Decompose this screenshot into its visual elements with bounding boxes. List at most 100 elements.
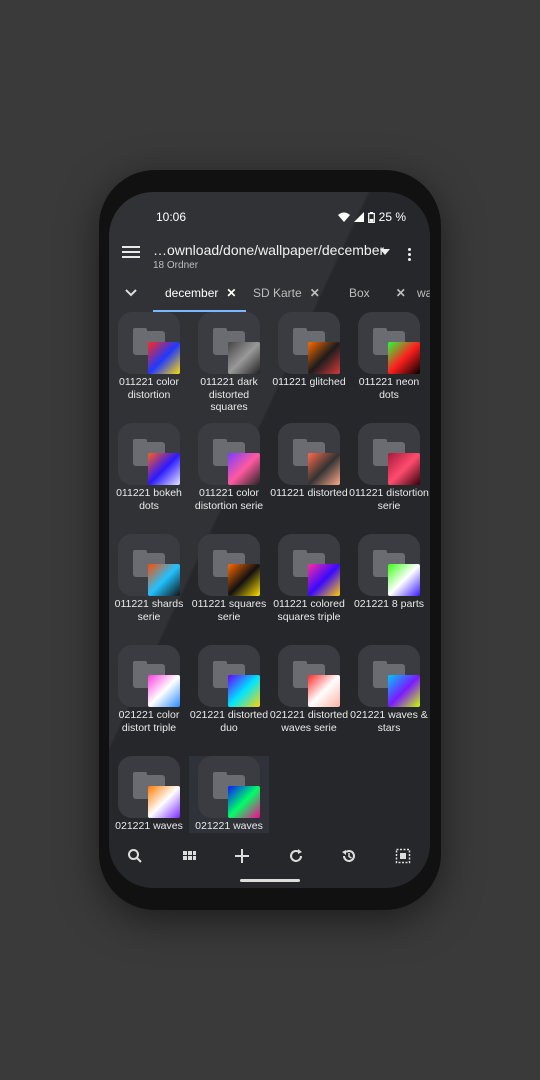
battery-level: 25 % (378, 210, 406, 224)
folder-thumbnail (228, 453, 260, 485)
folder-thumbnail (388, 342, 420, 374)
tab-sd-karte[interactable]: SD Karte ✕ (253, 286, 320, 308)
folder-name: 021221 distorted duo (189, 709, 269, 734)
folder-name: 011221 colored squares triple (273, 598, 345, 623)
folder-icon (278, 534, 340, 596)
folder-thumbnail (228, 786, 260, 818)
tab-label: Box (349, 286, 370, 300)
folder-icon (278, 312, 340, 374)
folder-icon (358, 534, 420, 596)
folder-icon (198, 423, 260, 485)
wifi-icon (337, 212, 350, 222)
folder-icon (358, 423, 420, 485)
folder-item[interactable]: 011221 distorted (269, 423, 349, 500)
folder-item[interactable]: 011221 bokeh dots (109, 423, 189, 512)
battery-icon (367, 211, 375, 223)
folder-grid: 011221 color distortion 011221 dark disto… (109, 310, 430, 840)
folder-item[interactable]: 021221 distorted waves serie (269, 645, 349, 734)
folder-item[interactable]: 011221 colored squares triple (269, 534, 349, 623)
menu-icon[interactable] (122, 246, 140, 260)
history-icon[interactable] (339, 848, 359, 868)
folder-item[interactable]: 021221 distorted duo (189, 645, 269, 734)
folder-item[interactable]: 011221 color distortion (109, 312, 189, 401)
folder-icon (278, 645, 340, 707)
current-path[interactable]: …ownload/done/wallpaper/december (153, 242, 384, 258)
folder-thumbnail (148, 453, 180, 485)
folder-thumbnail (228, 564, 260, 596)
folder-name: 021221 waves (195, 820, 263, 832)
add-icon[interactable] (232, 848, 252, 868)
folder-name: 011221 distorted (270, 487, 348, 499)
folder-icon (118, 423, 180, 485)
folder-icon (198, 645, 260, 707)
folder-icon (118, 756, 180, 818)
folder-name: 011221 bokeh dots (116, 487, 182, 512)
folder-thumbnail (148, 675, 180, 707)
close-tab-icon[interactable]: ✕ (226, 286, 236, 300)
folder-name: 011221 squares serie (191, 598, 267, 623)
tab-december[interactable]: december ✕ (152, 286, 247, 312)
folder-item[interactable]: 011221 glitched (269, 312, 349, 389)
chevron-down-icon[interactable] (125, 288, 137, 298)
folder-thumbnail (308, 675, 340, 707)
folder-icon (198, 312, 260, 374)
search-icon[interactable] (125, 848, 145, 868)
refresh-icon[interactable] (286, 848, 306, 868)
folder-thumbnail (228, 342, 260, 374)
bottom-toolbar (109, 844, 430, 874)
folder-name: 011221 color distortion serie (194, 487, 264, 512)
folder-item[interactable]: 021221 waves (109, 756, 189, 833)
path-dropdown-icon[interactable] (380, 249, 390, 255)
folder-icon (198, 534, 260, 596)
status-time: 10:06 (156, 210, 187, 224)
tab-box[interactable]: Box ✕ (349, 286, 406, 308)
grid-view-icon[interactable] (179, 848, 199, 868)
screen: 10:06 25 % …ownload/done/wallpaper/decem… (109, 192, 430, 888)
folder-item[interactable]: 011221 neon dots (349, 312, 429, 401)
folder-name: 011221 shards serie (114, 598, 184, 623)
folder-thumbnail (388, 675, 420, 707)
folder-item[interactable]: 011221 shards serie (109, 534, 189, 623)
folder-icon (358, 645, 420, 707)
more-options-icon[interactable] (408, 248, 412, 263)
folder-name: 021221 waves (115, 820, 183, 832)
folder-name: 011221 dark distorted squares (200, 376, 258, 413)
folder-thumbnail (308, 453, 340, 485)
folder-icon (278, 423, 340, 485)
folder-icon (198, 756, 260, 818)
close-tab-icon[interactable]: ✕ (396, 286, 406, 300)
gesture-bar[interactable] (240, 879, 300, 882)
tab-label: wa (417, 286, 430, 300)
folder-item[interactable]: 011221 dark distorted squares (189, 312, 269, 414)
folder-item[interactable]: 011221 squares serie (189, 534, 269, 623)
folder-thumbnail (388, 453, 420, 485)
folder-name: 011221 glitched (272, 376, 346, 388)
folder-name: 021221 8 parts (353, 598, 425, 610)
signal-icon (353, 212, 364, 222)
tab-bar: december ✕ SD Karte ✕ Box ✕ wa (109, 284, 430, 312)
folder-item[interactable]: 011221 color distortion serie (189, 423, 269, 512)
folder-name: 021221 color distort triple (118, 709, 180, 734)
folder-thumbnail (308, 564, 340, 596)
folder-thumbnail (148, 786, 180, 818)
select-all-icon[interactable] (393, 848, 413, 868)
folder-item[interactable]: 021221 color distort triple (109, 645, 189, 734)
folder-icon (358, 312, 420, 374)
folder-thumbnail (228, 675, 260, 707)
tab-label: SD Karte (253, 286, 302, 300)
phone-frame: 10:06 25 % …ownload/done/wallpaper/decem… (99, 170, 441, 910)
folder-item[interactable]: 021221 waves (189, 756, 269, 833)
folder-name: 011221 neon dots (358, 376, 420, 401)
app-bar: …ownload/done/wallpaper/december 18 Ordn… (109, 240, 430, 280)
folder-name: 011221 distortion serie (349, 487, 429, 512)
folder-item[interactable]: 021221 8 parts (349, 534, 429, 611)
tab-label: december (165, 286, 219, 300)
folder-thumbnail (148, 342, 180, 374)
folder-thumbnail (388, 564, 420, 596)
tab-partial[interactable]: wa (417, 286, 430, 308)
close-tab-icon[interactable]: ✕ (310, 286, 320, 300)
status-icons: 25 % (337, 210, 406, 224)
folder-icon (118, 645, 180, 707)
folder-item[interactable]: 021221 waves & stars (349, 645, 429, 734)
folder-item[interactable]: 011221 distortion serie (349, 423, 429, 512)
